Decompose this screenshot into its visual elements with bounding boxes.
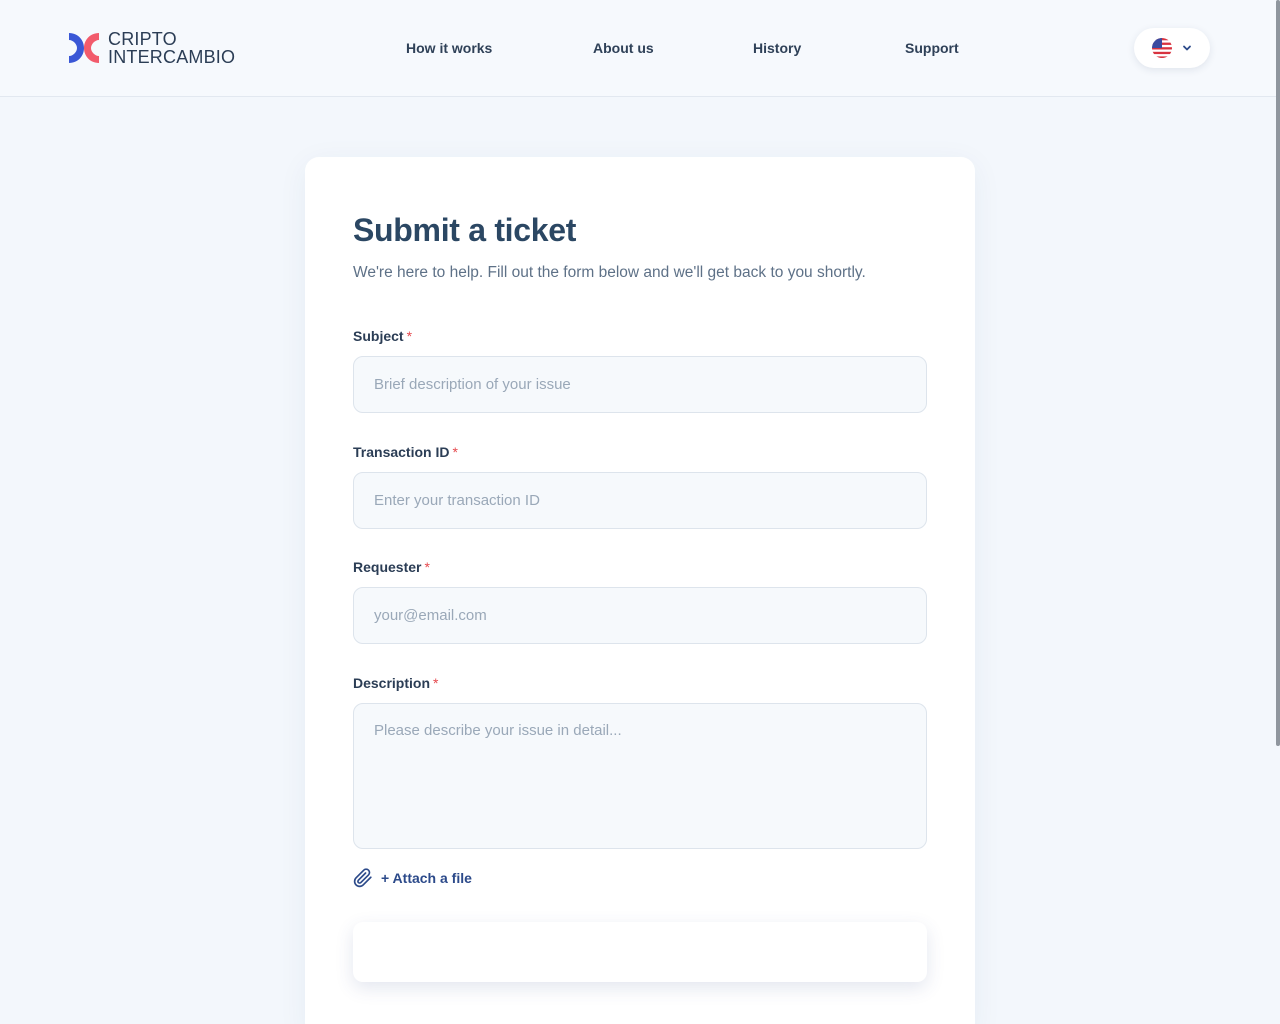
nav-how-it-works[interactable]: How it works bbox=[406, 40, 492, 56]
requester-label-text: Requester bbox=[353, 559, 422, 575]
transaction-id-label: Transaction ID * bbox=[353, 444, 458, 460]
subject-input[interactable] bbox=[353, 356, 927, 413]
us-flag-icon bbox=[1152, 38, 1172, 58]
description-textarea[interactable] bbox=[353, 703, 927, 849]
subject-label-text: Subject bbox=[353, 328, 404, 344]
attach-file-label: + Attach a file bbox=[381, 870, 472, 886]
nav-support[interactable]: Support bbox=[905, 40, 959, 56]
paperclip-icon bbox=[353, 868, 372, 888]
brand-line2: INTERCAMBIO bbox=[108, 47, 236, 67]
page-subtitle: We're here to help. Fill out the form be… bbox=[353, 264, 866, 281]
transaction-id-input[interactable] bbox=[353, 472, 927, 529]
submit-ticket-button[interactable] bbox=[353, 922, 927, 982]
transaction-id-label-text: Transaction ID bbox=[353, 444, 450, 460]
chevron-down-icon bbox=[1183, 45, 1191, 51]
brand-name: CRIPTO INTERCAMBIO bbox=[108, 30, 235, 66]
description-label-text: Description bbox=[353, 675, 431, 691]
page-title: Submit a ticket bbox=[353, 212, 577, 248]
ticket-form-card: Submit a ticket We're here to help. Fill… bbox=[305, 157, 975, 1024]
attach-file-button[interactable]: + Attach a file bbox=[353, 868, 472, 888]
required-marker: * bbox=[433, 675, 439, 691]
nav-about-us[interactable]: About us bbox=[593, 40, 654, 56]
top-header: CRIPTO INTERCAMBIO How it works About us… bbox=[0, 0, 1280, 97]
requester-label: Requester * bbox=[353, 559, 430, 575]
brand-line1: CRIPTO bbox=[108, 29, 177, 49]
subject-label: Subject * bbox=[353, 328, 412, 344]
required-marker: * bbox=[406, 328, 413, 344]
required-marker: * bbox=[452, 444, 458, 460]
logo-mark-icon bbox=[69, 33, 99, 63]
requester-email-input[interactable] bbox=[353, 587, 927, 644]
brand-logo[interactable]: CRIPTO INTERCAMBIO bbox=[68, 30, 235, 66]
page-scrollbar[interactable] bbox=[1276, 0, 1280, 746]
required-marker: * bbox=[424, 559, 430, 575]
nav-history[interactable]: History bbox=[753, 40, 801, 56]
description-label: Description * bbox=[353, 675, 438, 691]
language-selector[interactable] bbox=[1134, 28, 1210, 68]
